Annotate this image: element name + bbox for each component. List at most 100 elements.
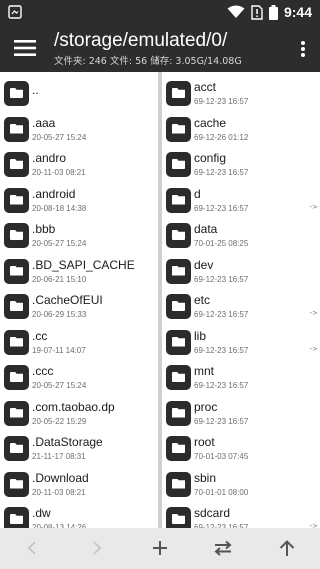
folder-icon xyxy=(4,329,29,355)
more-vert-icon[interactable] xyxy=(300,40,306,58)
file-date: 20-06-21 15:10 xyxy=(32,274,87,284)
file-row[interactable]: .BD_SAPI_CACHE 20-06-21 15:10 xyxy=(0,254,158,290)
file-name: .BD_SAPI_CACHE xyxy=(32,257,135,272)
file-row[interactable]: .DataStorage 21-11-17 08:31 xyxy=(0,431,158,467)
file-name: cache xyxy=(194,115,227,130)
folder-icon xyxy=(4,258,29,284)
folder-icon xyxy=(4,187,29,213)
folder-icon xyxy=(166,152,191,177)
folder-icon xyxy=(4,223,29,248)
folder-icon xyxy=(4,294,29,319)
file-name: .andro xyxy=(32,151,67,165)
battery-icon xyxy=(268,4,278,20)
file-row[interactable]: .cc 19-07-11 14:07 xyxy=(0,325,158,361)
file-row[interactable]: .. xyxy=(0,76,158,112)
file-row[interactable]: data 70-01-25 08:25 xyxy=(162,218,320,254)
folder-icon xyxy=(4,81,29,106)
file-date: 70-01-03 07:45 xyxy=(194,452,249,461)
sim-no-signal-icon xyxy=(251,4,263,20)
file-date: 20-05-27 15:24 xyxy=(32,239,87,248)
file-date: 20-06-29 15:33 xyxy=(32,310,87,319)
storage-stats: 文件夹: 246 文件: 56 储存: 3.05G/14.08G xyxy=(54,56,242,67)
file-row[interactable]: sbin 70-01-01 08:00 xyxy=(162,467,320,503)
file-row[interactable]: cache 69-12-26 01:12 xyxy=(162,112,320,148)
file-name: .cc xyxy=(32,328,48,343)
file-name: config xyxy=(194,151,227,165)
file-row[interactable]: .ccc 20-05-27 15:24 xyxy=(0,360,158,396)
file-date: 69-12-23 16:57 xyxy=(194,416,249,426)
file-row[interactable]: lib 69-12-23 16:57 -> xyxy=(162,325,320,361)
file-name: .. xyxy=(32,83,39,97)
file-date: 20-11-03 08:21 xyxy=(32,487,86,497)
file-row[interactable]: .Download 20-11-03 08:21 xyxy=(0,467,158,503)
file-row[interactable]: .bbb 20-05-27 15:24 xyxy=(0,218,158,254)
file-name: .dw xyxy=(32,506,51,520)
file-row[interactable]: etc 69-12-23 16:57 -> xyxy=(162,289,320,325)
clock: 9:44 xyxy=(283,4,312,20)
folder-icon xyxy=(4,507,29,528)
file-date: 69-12-23 16:57 xyxy=(194,274,249,284)
file-name: root xyxy=(194,435,215,449)
file-name: .ccc xyxy=(32,364,54,378)
left-file-pane[interactable]: .. .aaa 20-05-27 15:24 .andro 20-11-03 08:21… xyxy=(0,72,158,528)
folder-icon xyxy=(4,152,29,177)
file-date: 69-12-23 16:57 xyxy=(194,345,249,355)
file-date: 69-12-23 16:57 xyxy=(194,310,249,319)
file-date: 69-12-23 16:57 xyxy=(194,97,249,106)
file-name: data xyxy=(194,222,218,236)
file-row[interactable]: proc 69-12-23 16:57 xyxy=(162,396,320,432)
wifi-icon xyxy=(227,5,245,18)
file-name: .DataStorage xyxy=(32,435,103,449)
file-row[interactable]: .CacheOfEUI 20-06-29 15:33 xyxy=(0,289,158,325)
folder-icon xyxy=(166,187,191,213)
file-row[interactable]: .com.taobao.dp 20-05-22 15:29 xyxy=(0,396,158,432)
status-icons: 9:44 xyxy=(227,3,312,21)
file-name: mnt xyxy=(194,364,215,378)
file-name: .aaa xyxy=(32,115,56,130)
folder-icon xyxy=(4,471,29,497)
file-row[interactable]: root 70-01-03 07:45 xyxy=(162,431,320,467)
file-date: 20-05-27 15:24 xyxy=(32,381,87,390)
file-name: acct xyxy=(194,80,217,94)
file-date: 20-05-22 15:29 xyxy=(32,416,87,426)
file-date: 69-12-23 16:57 xyxy=(194,203,249,213)
file-date: 69-12-26 01:12 xyxy=(194,132,249,142)
file-row[interactable]: config 69-12-23 16:57 xyxy=(162,147,320,183)
file-date: 69-12-23 16:57 xyxy=(194,168,249,177)
file-name: proc xyxy=(194,399,218,414)
folder-icon xyxy=(4,365,29,390)
file-name: .com.taobao.dp xyxy=(32,399,115,414)
folder-icon xyxy=(166,329,191,355)
swap-panes-icon[interactable] xyxy=(212,538,234,558)
current-path: /storage/emulated/0/ xyxy=(54,30,228,51)
hamburger-menu-icon[interactable] xyxy=(14,38,36,58)
file-row[interactable]: .andro 20-11-03 08:21 xyxy=(0,147,158,183)
file-name: lib xyxy=(194,328,207,343)
folder-icon xyxy=(166,294,191,319)
file-row[interactable]: acct 69-12-23 16:57 xyxy=(162,76,320,112)
file-row[interactable]: .dw 20-08-13 14:26 xyxy=(0,502,158,528)
file-row[interactable]: sdcard 69-12-23 16:57 -> xyxy=(162,502,320,528)
folder-icon xyxy=(166,507,191,528)
up-directory-icon[interactable] xyxy=(276,538,298,558)
file-name: .android xyxy=(32,186,76,201)
back-icon[interactable] xyxy=(22,538,44,558)
file-row[interactable]: mnt 69-12-23 16:57 xyxy=(162,360,320,396)
file-row[interactable]: .android 20-08-18 14:38 xyxy=(0,183,158,219)
forward-icon[interactable] xyxy=(85,538,107,558)
symlink-indicator: -> xyxy=(309,202,318,211)
file-row[interactable]: dev 69-12-23 16:57 xyxy=(162,254,320,290)
file-name: dev xyxy=(194,257,214,272)
file-row[interactable]: .aaa 20-05-27 15:24 xyxy=(0,112,158,148)
file-date: 70-01-25 08:25 xyxy=(194,239,249,248)
file-row[interactable]: d 69-12-23 16:57 -> xyxy=(162,183,320,219)
folder-icon xyxy=(166,81,191,106)
app-toolbar: /storage/emulated/0/ 文件夹: 246 文件: 56 储存:… xyxy=(0,24,320,72)
file-name: .CacheOfEUI xyxy=(32,293,103,307)
file-date: 20-11-03 08:21 xyxy=(32,168,86,177)
add-icon[interactable] xyxy=(149,538,171,558)
right-file-pane[interactable]: acct 69-12-23 16:57 cache 69-12-26 01:12 con… xyxy=(162,72,320,528)
file-date: 20-08-18 14:38 xyxy=(32,203,87,213)
folder-icon xyxy=(166,258,191,284)
bottom-toolbar xyxy=(0,528,320,569)
